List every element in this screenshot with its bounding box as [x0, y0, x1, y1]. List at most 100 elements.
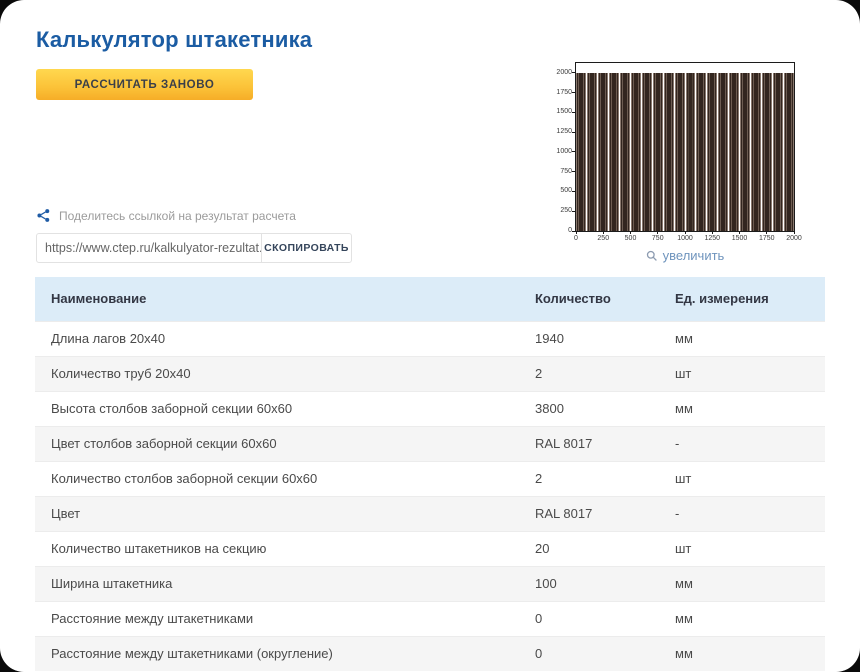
row-unit: - — [675, 496, 825, 531]
share-url-input[interactable]: https://www.ctep.ru/kalkulyator-rezultat… — [37, 241, 261, 255]
row-unit: шт — [675, 461, 825, 496]
row-unit: мм — [675, 566, 825, 601]
row-unit: мм — [675, 321, 825, 356]
picket-bar — [653, 73, 663, 231]
row-name: Высота столбов заборной секции 60х60 — [35, 391, 535, 426]
y-tick-label: 1500 — [546, 108, 572, 116]
row-name: Количество труб 20х40 — [35, 356, 535, 391]
copy-button[interactable]: СКОПИРОВАТЬ — [262, 234, 351, 262]
table-row: Расстояние между штакетниками (округлени… — [35, 636, 825, 671]
y-tick-label: 1250 — [546, 128, 572, 136]
row-quantity: 1940 — [535, 321, 675, 356]
picket-bar — [587, 73, 597, 231]
row-quantity: 2 — [535, 461, 675, 496]
y-tick-mark — [572, 211, 575, 212]
picket-chart: 0250500750100012501500175020000250500750… — [545, 55, 810, 263]
picket-bar — [784, 73, 794, 231]
results-table: Наименование Количество Ед. измерения Дл… — [35, 277, 825, 671]
picket-bar — [773, 73, 783, 231]
row-quantity: RAL 8017 — [535, 496, 675, 531]
table-row: Высота столбов заборной секции 60х603800… — [35, 391, 825, 426]
y-tick-label: 2000 — [546, 69, 572, 77]
row-name: Цвет — [35, 496, 535, 531]
picket-bar — [620, 73, 630, 231]
table-row: Длина лагов 20х401940мм — [35, 321, 825, 356]
share-url-box: https://www.ctep.ru/kalkulyator-rezultat… — [36, 233, 352, 263]
y-tick-mark — [572, 112, 575, 113]
x-tick-label: 750 — [652, 235, 664, 243]
row-name: Цвет столбов заборной секции 60х60 — [35, 426, 535, 461]
x-tick-label: 1000 — [677, 235, 693, 243]
column-header-quantity: Количество — [535, 277, 675, 321]
recalculate-button[interactable]: РАССЧИТАТЬ ЗАНОВО — [36, 69, 253, 100]
x-tick-mark — [794, 231, 795, 234]
chart-zoom-link[interactable]: увеличить — [575, 248, 795, 263]
row-quantity: 3800 — [535, 391, 675, 426]
column-header-name: Наименование — [35, 277, 535, 321]
chart-zoom-label: увеличить — [663, 248, 725, 263]
y-tick-mark — [572, 72, 575, 73]
table-header-row: Наименование Количество Ед. измерения — [35, 277, 825, 321]
table-row: ЦветRAL 8017- — [35, 496, 825, 531]
picket-bar — [718, 73, 728, 231]
y-tick-mark — [572, 191, 575, 192]
row-quantity: 2 — [535, 356, 675, 391]
x-tick-label: 1250 — [704, 235, 720, 243]
x-tick-mark — [603, 231, 604, 234]
x-tick-label: 2000 — [786, 235, 802, 243]
column-header-unit: Ед. измерения — [675, 277, 825, 321]
results-table-body: Длина лагов 20х401940ммКоличество труб 2… — [35, 321, 825, 671]
row-quantity: 20 — [535, 531, 675, 566]
table-row: Количество штакетников на секцию20шт — [35, 531, 825, 566]
row-unit: - — [675, 426, 825, 461]
picket-bar — [686, 73, 696, 231]
row-unit: шт — [675, 531, 825, 566]
y-tick-label: 500 — [546, 187, 572, 195]
row-name: Расстояние между штакетниками (округлени… — [35, 636, 535, 671]
x-tick-mark — [630, 231, 631, 234]
x-tick-label: 500 — [625, 235, 637, 243]
row-quantity: RAL 8017 — [535, 426, 675, 461]
row-unit: мм — [675, 601, 825, 636]
x-tick-mark — [739, 231, 740, 234]
picket-bar — [740, 73, 750, 231]
table-row: Количество труб 20х402шт — [35, 356, 825, 391]
table-row: Расстояние между штакетниками0мм — [35, 601, 825, 636]
y-tick-mark — [572, 132, 575, 133]
picket-bar — [751, 73, 761, 231]
x-tick-mark — [576, 231, 577, 234]
row-unit: мм — [675, 391, 825, 426]
table-row: Цвет столбов заборной секции 60х60RAL 80… — [35, 426, 825, 461]
magnifier-icon — [646, 250, 658, 262]
row-name: Расстояние между штакетниками — [35, 601, 535, 636]
row-unit: мм — [675, 636, 825, 671]
picket-bar — [664, 73, 674, 231]
y-tick-label: 1000 — [546, 148, 572, 156]
row-quantity: 0 — [535, 636, 675, 671]
picket-bar — [609, 73, 619, 231]
picket-bar — [762, 73, 772, 231]
y-tick-mark — [572, 92, 575, 93]
x-tick-label: 1500 — [732, 235, 748, 243]
page-title: Калькулятор штакетника — [36, 27, 312, 53]
picket-bar — [675, 73, 685, 231]
share-icon — [36, 208, 51, 223]
picket-bar — [576, 73, 586, 231]
x-tick-label: 1750 — [759, 235, 775, 243]
chart-bars — [576, 63, 794, 231]
row-name: Количество штакетников на секцию — [35, 531, 535, 566]
row-unit: шт — [675, 356, 825, 391]
calculator-result-page: Калькулятор штакетника РАССЧИТАТЬ ЗАНОВО… — [0, 0, 860, 672]
x-tick-mark — [657, 231, 658, 234]
row-name: Количество столбов заборной секции 60х60 — [35, 461, 535, 496]
picket-bar — [729, 73, 739, 231]
y-tick-mark — [572, 171, 575, 172]
x-tick-label: 250 — [597, 235, 609, 243]
y-tick-mark — [572, 151, 575, 152]
x-tick-mark — [766, 231, 767, 234]
x-tick-mark — [685, 231, 686, 234]
picket-bar — [631, 73, 641, 231]
picket-bar — [642, 73, 652, 231]
share-row: Поделитесь ссылкой на результат расчета — [36, 208, 296, 223]
y-tick-label: 1750 — [546, 89, 572, 97]
